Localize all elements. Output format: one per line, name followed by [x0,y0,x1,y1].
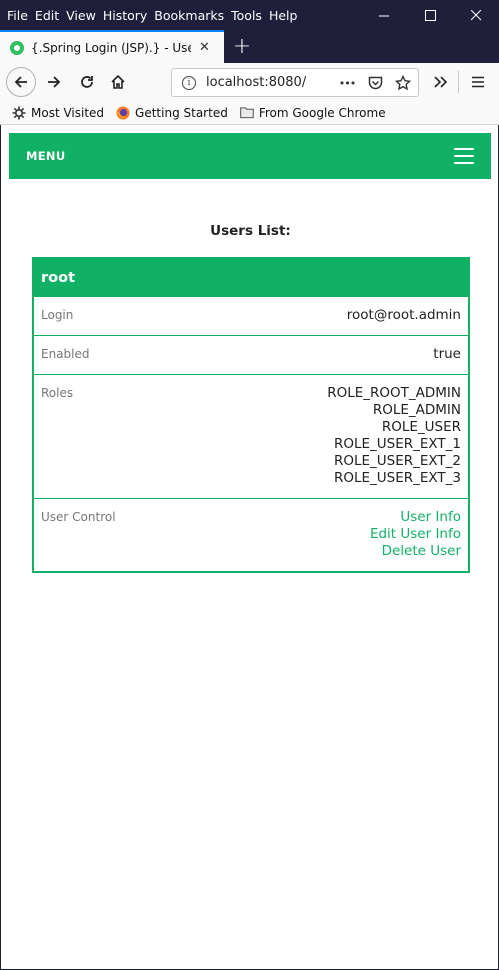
close-window-button[interactable] [453,0,499,30]
tab-bar: {.Spring Login (JSP).} - Users List ✕ + [0,30,499,63]
login-label: Login [41,308,74,322]
hamburger-menu-icon [472,76,484,88]
bookmark-label: Getting Started [135,105,228,120]
back-button[interactable] [6,67,36,97]
app-menu-button[interactable] [463,67,493,97]
role-item: ROLE_ADMIN [372,402,461,418]
star-icon[interactable] [393,74,413,92]
user-card: root Login root@root.admin Enabled true … [32,257,470,573]
role-item: ROLE_ROOT_ADMIN [327,385,461,401]
overflow-button[interactable] [425,67,455,97]
menu-title[interactable]: MENU [26,149,65,163]
role-item: ROLE_USER_EXT_2 [333,453,461,469]
tab-users-list[interactable]: {.Spring Login (JSP).} - Users List ✕ [0,30,224,63]
bookmarks-toolbar: Most Visited Getting Started From Google… [0,101,499,125]
roles-label: Roles [41,386,74,400]
url-input[interactable]: localhost:8080/u [206,75,306,90]
login-value: root@root.admin [346,307,461,323]
menu-bookmarks[interactable]: Bookmarks [151,8,227,23]
roles-list: ROLE_ROOT_ADMIN ROLE_ADMIN ROLE_USER ROL… [41,384,461,487]
minimize-button[interactable] [361,0,407,30]
menu-edit[interactable]: Edit [32,8,62,23]
row-enabled: Enabled true [34,335,468,374]
new-tab-button[interactable]: + [228,30,256,63]
double-chevron-right-icon [434,76,448,88]
home-button[interactable] [103,67,133,97]
role-item: ROLE_USER_EXT_3 [333,470,461,486]
row-roles: Roles ROLE_ROOT_ADMIN ROLE_ADMIN ROLE_US… [34,374,468,498]
forward-button[interactable] [39,67,69,97]
role-item: ROLE_USER_EXT_1 [333,436,461,452]
site-favicon-icon [10,40,24,55]
bookmark-from-google-chrome[interactable]: From Google Chrome [239,105,386,120]
reload-icon [81,76,93,88]
hamburger-icon[interactable] [454,148,474,164]
edit-user-info-link[interactable]: Edit User Info [41,526,461,543]
maximize-button[interactable] [407,0,453,30]
row-login: Login root@root.admin [34,296,468,335]
bookmark-label: Most Visited [31,105,105,120]
firefox-icon [116,106,130,120]
menu-help[interactable]: Help [266,8,301,23]
enabled-value: true [433,346,461,362]
menu-tools[interactable]: Tools [228,8,265,23]
maximize-icon [424,9,436,21]
info-icon[interactable]: i [182,75,196,90]
tab-close-icon[interactable]: ✕ [199,40,210,55]
user-control-label: User Control [41,510,116,524]
page-content: MENU Users List: root Login root@root.ad… [0,125,499,970]
menu-file[interactable]: File [4,8,31,23]
row-user-control: User Control User Info Edit User Info De… [34,498,468,571]
bookmark-most-visited[interactable]: Most Visited [12,106,104,120]
bookmark-label: From Google Chrome [258,105,386,120]
arrow-left-icon [14,76,27,88]
bookmark-getting-started[interactable]: Getting Started [116,106,228,120]
role-item: ROLE_USER [381,419,461,435]
toolbar-divider [458,71,459,93]
app-navbar: MENU [9,133,491,179]
window-controls [361,0,499,30]
enabled-label: Enabled [41,347,90,361]
arrow-right-icon [48,76,61,88]
user-name: root [41,269,76,286]
navigation-toolbar: i localhost:8080/u ••• [0,63,499,101]
menu-view[interactable]: View [63,8,99,23]
minimize-icon [378,15,389,16]
gear-icon [12,106,26,120]
menu-bar: File Edit View History Bookmarks Tools H… [0,0,499,30]
pocket-icon[interactable] [365,74,385,92]
menu-history[interactable]: History [100,8,150,23]
delete-user-link[interactable]: Delete User [41,543,461,560]
page-title: Users List: [210,223,291,239]
user-card-header: root [34,259,468,296]
close-icon [470,9,481,20]
tab-title: {.Spring Login (JSP).} - Users List [31,40,191,55]
reload-button[interactable] [72,67,102,97]
page-actions-icon[interactable]: ••• [337,74,357,92]
url-bar[interactable]: i localhost:8080/u ••• [171,68,419,97]
home-icon [111,74,125,89]
folder-icon [239,106,254,120]
